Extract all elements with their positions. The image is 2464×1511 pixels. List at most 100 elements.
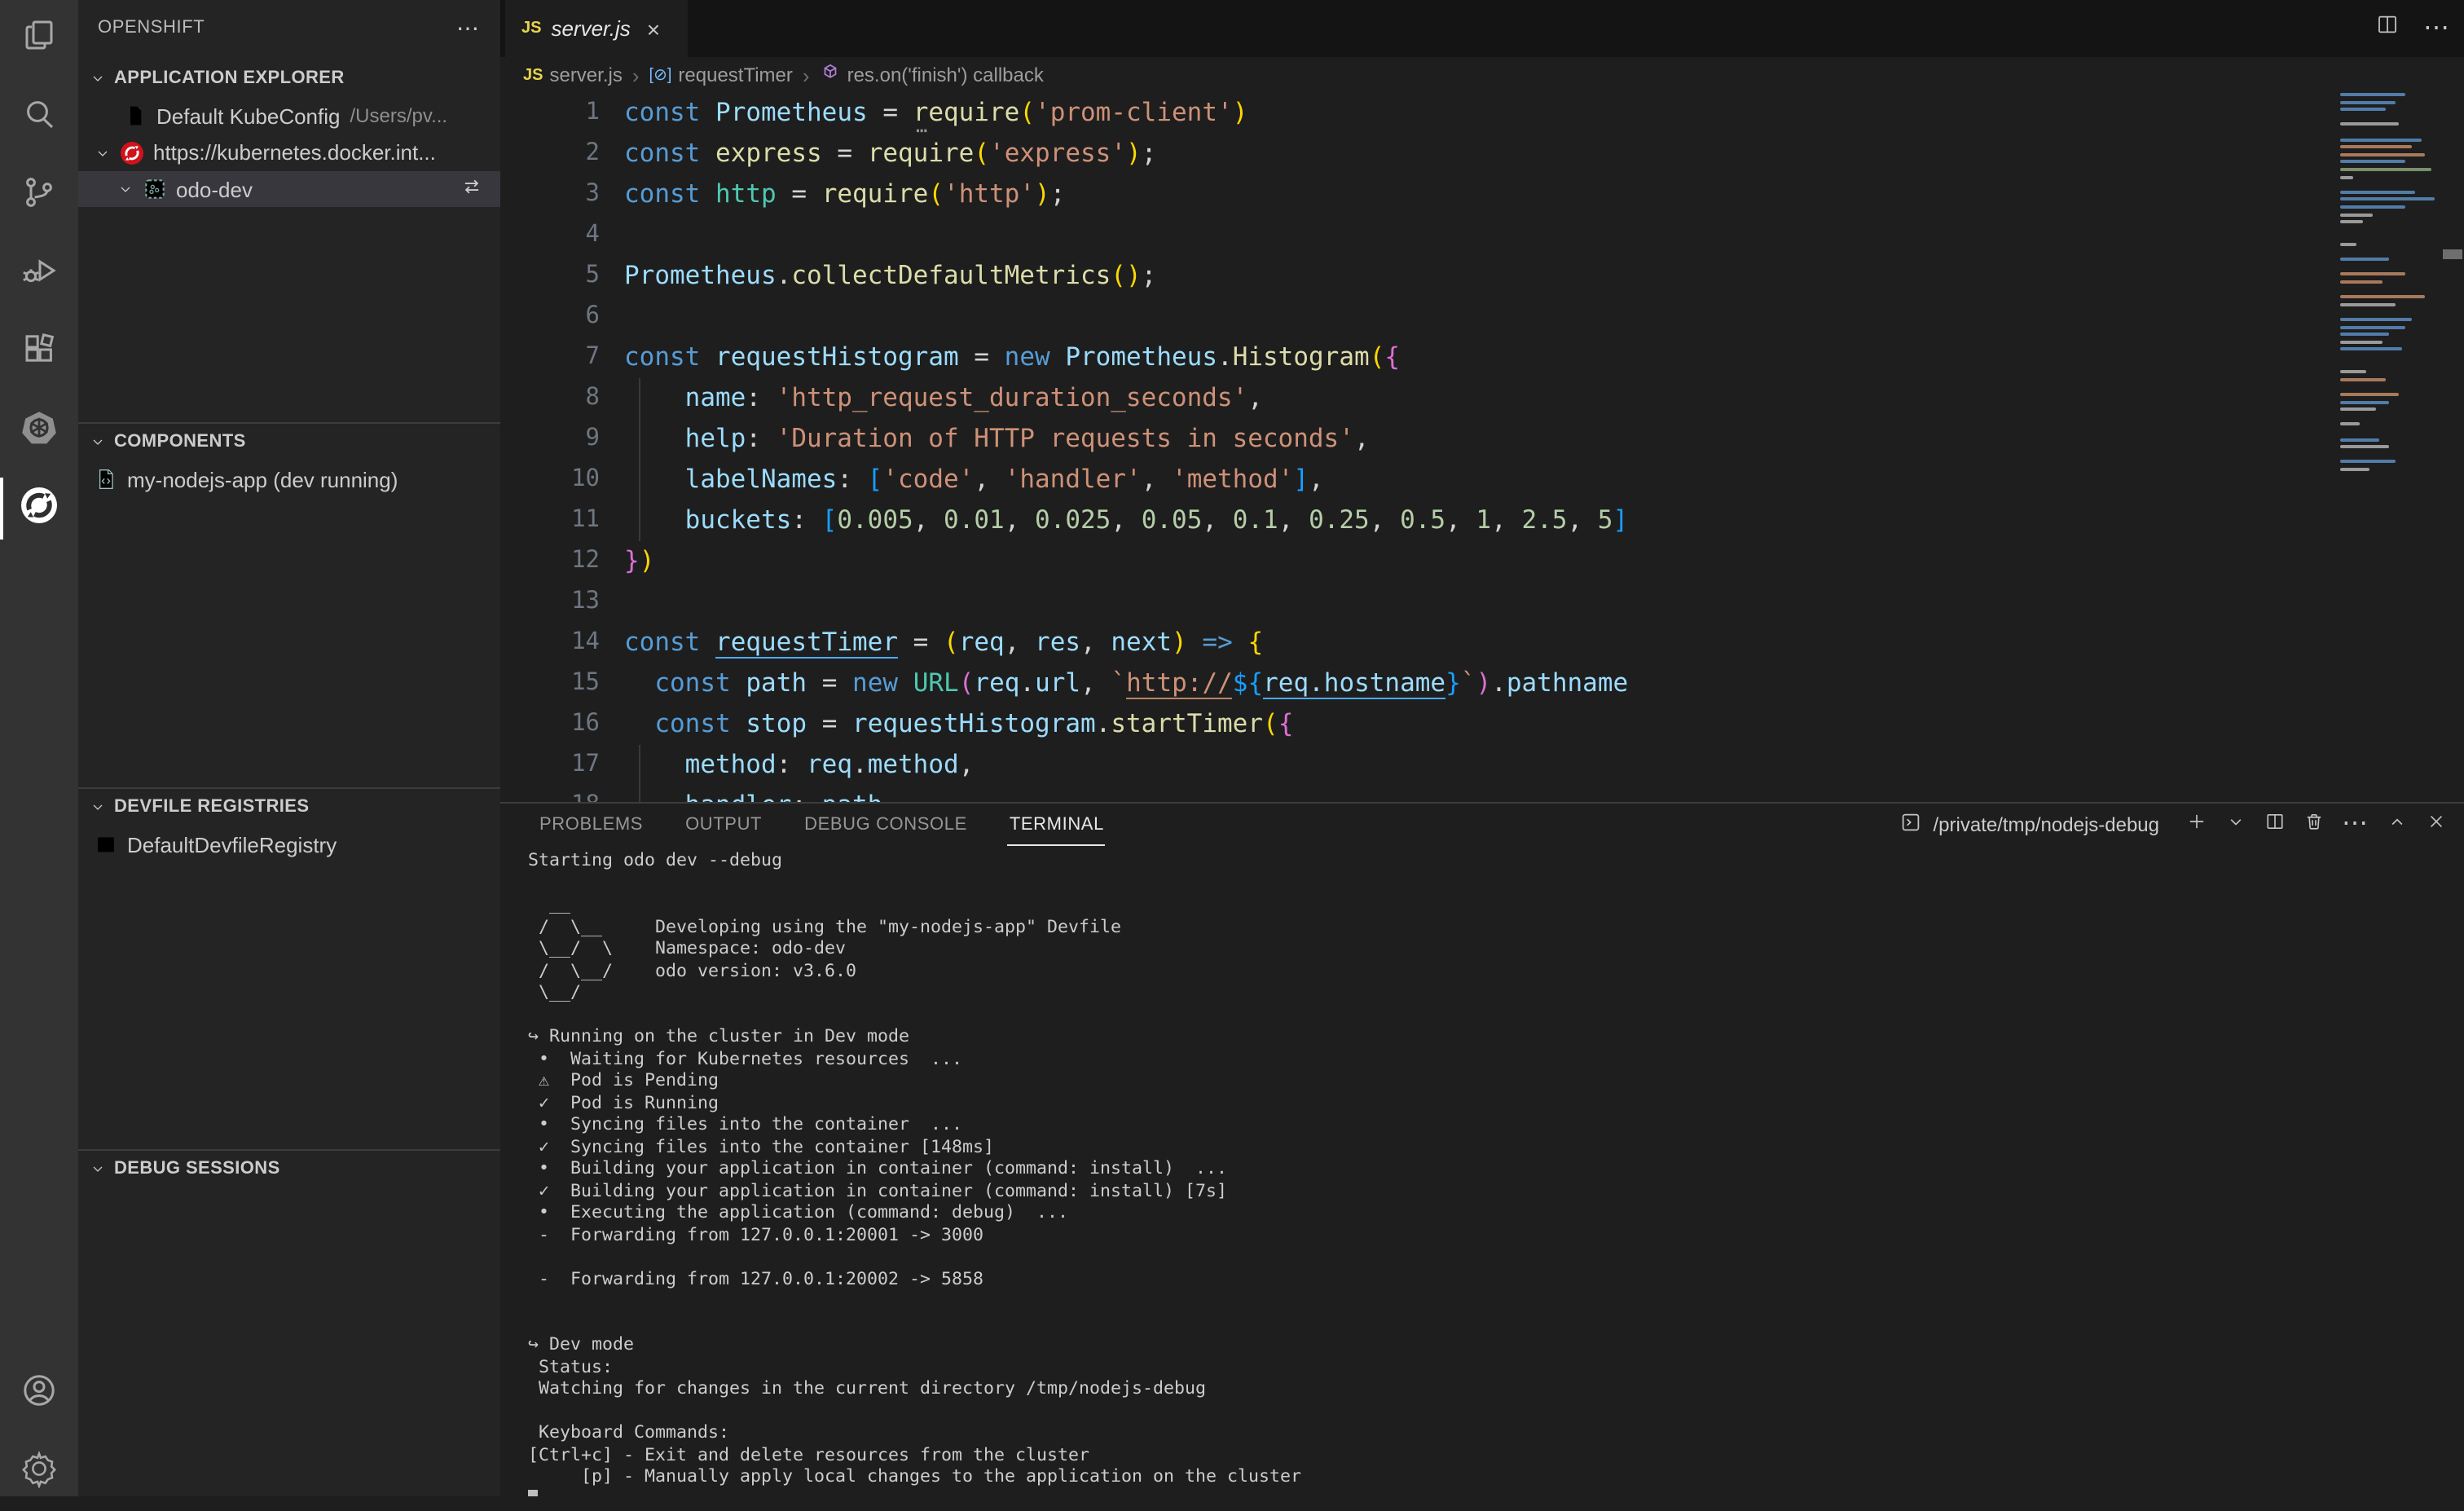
activity-item-settings[interactable] bbox=[0, 1433, 78, 1511]
code-line-10[interactable]: 10 labelNames: ['code', 'handler', 'meth… bbox=[500, 460, 2464, 500]
registry-icon bbox=[91, 830, 119, 858]
minimap[interactable] bbox=[2337, 93, 2438, 803]
activity-item-accounts[interactable] bbox=[0, 1355, 78, 1433]
sidebar-more-actions-icon[interactable]: ⋯ bbox=[456, 14, 481, 42]
code-editor[interactable]: 1const Prometheus = require('prom-client… bbox=[500, 93, 2464, 803]
code-line-1[interactable]: 1const Prometheus = require('prom-client… bbox=[500, 93, 2464, 134]
code-line-15[interactable]: 15 const path = new URL(req.url, `http:/… bbox=[500, 663, 2464, 704]
vscode-window: OPENSHIFT ⋯ APPLICATION EXPLORERDefault … bbox=[0, 0, 2464, 1496]
sidebar-item-default-kubeconfig[interactable]: Default KubeConfig/Users/pv... bbox=[78, 98, 500, 134]
editor-scrollbar[interactable] bbox=[2441, 93, 2464, 803]
chevron-up-icon[interactable] bbox=[2386, 809, 2409, 840]
code-token bbox=[731, 668, 746, 698]
section-header-components[interactable]: COMPONENTS bbox=[78, 424, 500, 460]
code-line-16[interactable]: 16 const stop = requestHistogram.startTi… bbox=[500, 704, 2464, 745]
code-line-14[interactable]: 14const requestTimer = (req, res, next) … bbox=[500, 623, 2464, 663]
minimap-line bbox=[2340, 161, 2405, 164]
code-token bbox=[624, 465, 685, 494]
code-line-4[interactable]: 4 bbox=[500, 215, 2464, 256]
component-icon bbox=[91, 465, 119, 493]
code-token: help bbox=[685, 424, 746, 453]
activity-item-explorer[interactable] bbox=[0, 0, 78, 78]
account-icon bbox=[20, 1370, 59, 1417]
sidebar-item-https-kubernetes-docker-int-[interactable]: https://kubernetes.docker.int... bbox=[78, 134, 500, 170]
tab-server-js[interactable]: JS server.js × bbox=[505, 0, 688, 57]
breadcrumb[interactable]: JSserver.js›[⊘]requestTimer›res.on('fini… bbox=[500, 57, 2464, 93]
code-line-5[interactable]: 5Prometheus.collectDefaultMetrics(); bbox=[500, 256, 2464, 297]
code-token: , bbox=[1080, 628, 1111, 657]
code-token: labelNames bbox=[685, 465, 838, 494]
ellipsis-icon[interactable]: ⋯ bbox=[2342, 810, 2369, 839]
code-token: const bbox=[624, 139, 700, 168]
section-header-application-explorer[interactable]: APPLICATION EXPLORER bbox=[78, 60, 500, 96]
section-header-debug-sessions[interactable]: DEBUG SESSIONS bbox=[78, 1151, 500, 1187]
code-token: collectDefaultMetrics bbox=[791, 261, 1111, 290]
namespace-icon bbox=[140, 175, 168, 203]
minimap-line bbox=[2340, 303, 2396, 306]
sidebar-item-my-nodejs-app-dev-running-[interactable]: my-nodejs-app (dev running) bbox=[78, 461, 500, 497]
terminal-line: Status: bbox=[528, 1355, 2457, 1377]
code-line-7[interactable]: 7const requestHistogram = new Prometheus… bbox=[500, 337, 2464, 378]
close-tab-icon[interactable]: × bbox=[647, 15, 660, 42]
code-line-18[interactable]: 18 handler: path bbox=[500, 786, 2464, 803]
activity-item-search[interactable] bbox=[0, 78, 78, 156]
chevron-down-icon[interactable] bbox=[91, 141, 114, 164]
chevron-down-icon[interactable] bbox=[114, 178, 137, 200]
panel-tab-terminal[interactable]: TERMINAL bbox=[1008, 808, 1106, 841]
terminal-cursor bbox=[528, 1489, 538, 1496]
close-icon[interactable] bbox=[2425, 809, 2448, 840]
activity-item-extensions[interactable] bbox=[0, 313, 78, 391]
panel-tab-problems[interactable]: PROBLEMS bbox=[538, 808, 645, 841]
code-token: const bbox=[624, 342, 700, 372]
trash-icon[interactable] bbox=[2303, 809, 2325, 840]
sidebar-item-defaultdevfileregistry[interactable]: DefaultDevfileRegistry bbox=[78, 826, 500, 862]
code-line-13[interactable]: 13 bbox=[500, 582, 2464, 623]
line-number: 18 bbox=[500, 786, 600, 803]
breadcrumb-item[interactable]: res.on('finish') callback bbox=[820, 62, 1044, 88]
activity-item-source-control[interactable] bbox=[0, 156, 78, 235]
code-token bbox=[624, 791, 685, 803]
split-panel-icon[interactable] bbox=[2264, 809, 2286, 840]
minimap-line bbox=[2340, 153, 2425, 156]
activity-item-run-and-debug[interactable] bbox=[0, 235, 78, 313]
panel-tab-debug-console[interactable]: DEBUG CONSOLE bbox=[803, 808, 969, 841]
breadcrumb-item[interactable]: JSserver.js bbox=[523, 64, 623, 86]
terminal-output[interactable]: Starting odo dev --debug __ / \__ Develo… bbox=[528, 849, 2457, 1496]
terminal-selector[interactable]: /private/tmp/nodejs-debug bbox=[1899, 810, 2160, 839]
plus-icon[interactable] bbox=[2185, 809, 2208, 840]
terminal-line: - Forwarding from 127.0.0.1:20001 -> 300… bbox=[528, 1223, 2457, 1245]
code-token: : bbox=[746, 383, 776, 412]
code-token: [ bbox=[868, 465, 883, 494]
code-line-12[interactable]: 12}) bbox=[500, 541, 2464, 582]
split-editor-icon[interactable] bbox=[2374, 11, 2400, 46]
code-line-8[interactable]: 8 name: 'http_request_duration_seconds', bbox=[500, 378, 2464, 419]
code-line-9[interactable]: 9 help: 'Duration of HTTP requests in se… bbox=[500, 419, 2464, 460]
activity-item-kubernetes[interactable] bbox=[0, 391, 78, 469]
sync-icon[interactable] bbox=[460, 174, 484, 204]
code-token bbox=[898, 668, 913, 698]
javascript-icon: JS bbox=[521, 20, 541, 37]
panel-tab-output[interactable]: OUTPUT bbox=[684, 808, 763, 841]
code-line-3[interactable]: 3const http = require('http'); bbox=[500, 174, 2464, 215]
terminal-line: [p] - Manually apply local changes to th… bbox=[528, 1465, 2457, 1487]
activity-item-openshift[interactable] bbox=[0, 469, 78, 548]
code-token: next bbox=[1111, 628, 1172, 657]
breadcrumb-item[interactable]: [⊘]requestTimer bbox=[649, 64, 793, 86]
chevron-down-icon[interactable] bbox=[2224, 809, 2247, 840]
line-number: 4 bbox=[500, 215, 600, 256]
code-line-6[interactable]: 6 bbox=[500, 297, 2464, 337]
extensions-icon bbox=[20, 328, 59, 376]
section-header-devfile-registries[interactable]: DEVFILE REGISTRIES bbox=[78, 789, 500, 825]
code-token: requestHistogram bbox=[715, 342, 959, 372]
code-line-17[interactable]: 17 method: req.method, bbox=[500, 745, 2464, 786]
code-token: http:// bbox=[1126, 668, 1233, 699]
sidebar-item-odo-dev[interactable]: odo-dev bbox=[78, 171, 500, 207]
code-line-2[interactable]: 2const express = require('express'); bbox=[500, 134, 2464, 174]
ellipsis-icon[interactable]: ⋯ bbox=[2423, 14, 2451, 43]
chevron-down-icon bbox=[85, 1156, 111, 1182]
panel-tab-bar: PROBLEMS OUTPUT DEBUG CONSOLE TERMINAL bbox=[538, 804, 1106, 846]
code-token: 'Duration of HTTP requests in seconds' bbox=[777, 424, 1354, 453]
code-line-11[interactable]: 11 buckets: [0.005, 0.01, 0.025, 0.05, 0… bbox=[500, 500, 2464, 541]
code-token: ; bbox=[1142, 261, 1157, 290]
code-token: buckets bbox=[685, 505, 792, 535]
